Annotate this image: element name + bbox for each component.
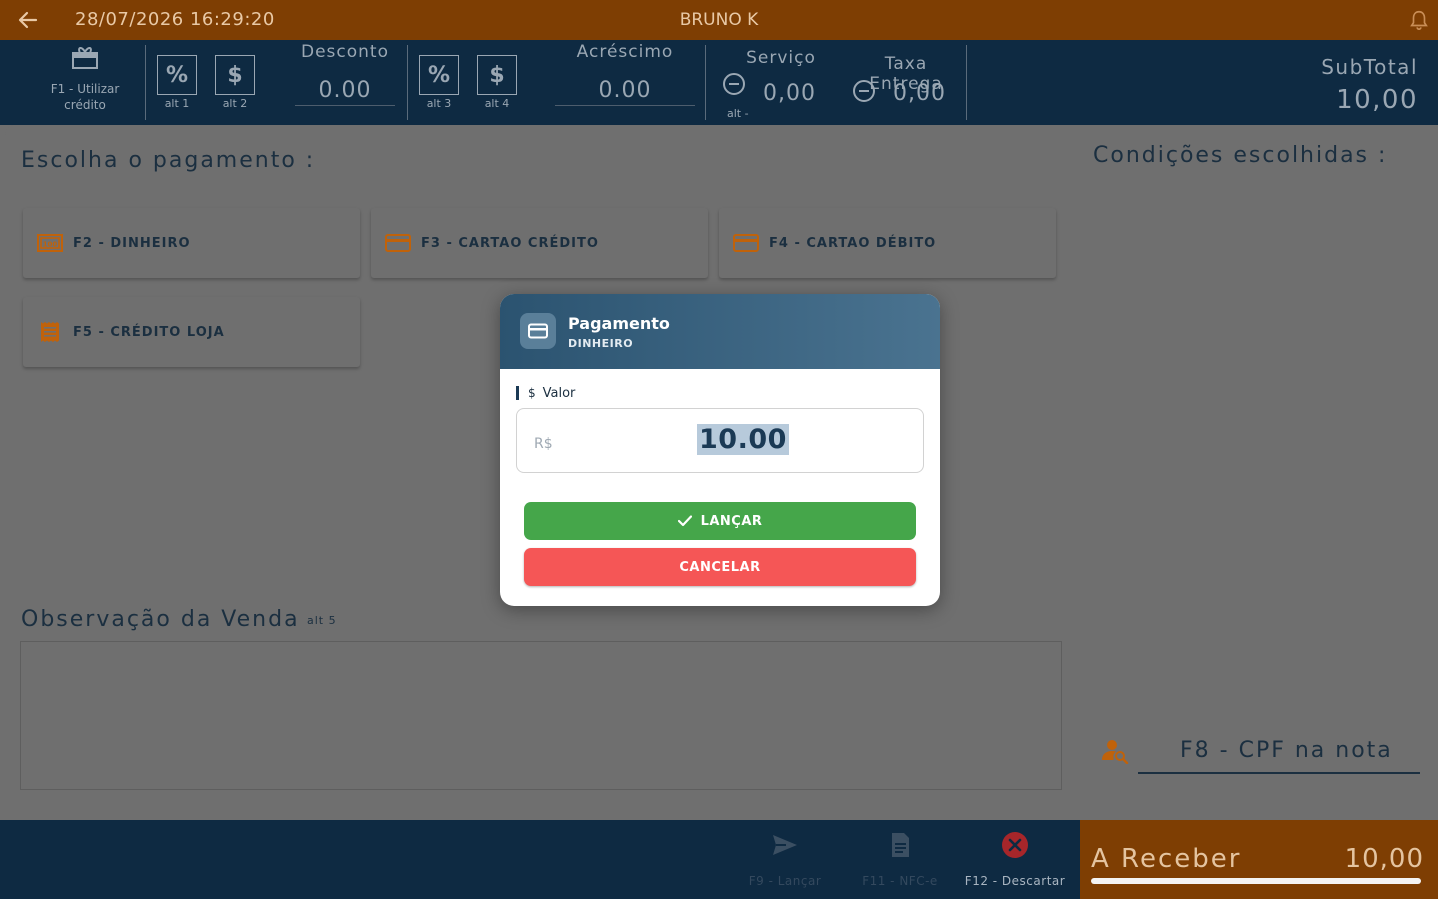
cash-icon: 100 (37, 234, 63, 252)
discount-title: Desconto (301, 42, 389, 62)
launch-button[interactable]: F9 - Lançar (730, 830, 840, 888)
amount-due-value: 10,00 (1344, 844, 1424, 874)
nfce-button[interactable]: F11 - NFC-e (845, 830, 955, 888)
sale-notes-textarea[interactable] (20, 641, 1062, 790)
subtotal-value: 10,00 (1336, 85, 1418, 115)
user-search-icon[interactable] (1101, 738, 1129, 764)
svg-text:100: 100 (43, 241, 58, 249)
use-credit-label: F1 - Utilizar crédito (50, 82, 120, 112)
dialog-title: Pagamento (568, 314, 670, 333)
discount-percent-button[interactable]: % (157, 55, 197, 95)
amount-value[interactable]: 10.00 (697, 424, 789, 455)
cancel-label: CANCELAR (679, 559, 761, 575)
confirm-launch-label: LANÇAR (700, 513, 763, 529)
amount-input[interactable]: R$ 10.00 (516, 408, 924, 473)
service-value: 0,00 (763, 81, 816, 106)
divider (966, 45, 967, 120)
currency-prefix: R$ (534, 436, 553, 452)
confirm-launch-button[interactable]: LANÇAR (524, 502, 916, 540)
bell-icon[interactable] (1408, 9, 1430, 31)
send-icon (773, 835, 797, 855)
divider (145, 45, 146, 120)
amount-label-text: Valor (542, 385, 576, 401)
remove-delivery-fee-icon[interactable] (853, 80, 875, 102)
service-title: Serviço (746, 48, 816, 68)
payment-cash-button[interactable]: 100 F2 - DINHEIRO (23, 208, 360, 278)
alt2-label: alt 2 (222, 97, 248, 110)
surcharge-title: Acréscimo (576, 42, 674, 62)
use-credit-button[interactable]: F1 - Utilizar crédito (30, 45, 140, 113)
payment-store-credit-label: F5 - CRÉDITO LOJA (73, 324, 225, 340)
amount-due-label: A Receber (1091, 844, 1242, 874)
totals-header: F1 - Utilizar crédito % alt 1 $ alt 2 De… (0, 40, 1438, 125)
dollar-icon: $ (528, 386, 536, 400)
payment-store-credit-button[interactable]: F5 - CRÉDITO LOJA (23, 297, 360, 367)
surcharge-percent-button[interactable]: % (419, 55, 459, 95)
label-accent-bar (516, 386, 519, 400)
dialog-subtitle: DINHEIRO (568, 337, 634, 350)
payment-debit-card-button[interactable]: F4 - CARTAO DÉBITO (719, 208, 1056, 278)
payment-credit-card-label: F3 - CARTAO CRÉDITO (421, 235, 599, 251)
payment-choice-title: Escolha o pagamento : (21, 148, 316, 173)
sale-notes-title: Observação da Venda (21, 607, 300, 632)
bottom-action-bar: F9 - Lançar F11 - NFC-e F12 - Descartar (0, 820, 1080, 899)
chosen-conditions-title: Condições escolhidas : (1093, 143, 1388, 168)
debit-card-icon (733, 234, 759, 252)
cpf-input[interactable]: F8 - CPF na nota (1138, 736, 1420, 774)
surcharge-value-button[interactable]: $ (477, 55, 517, 95)
credit-card-icon (385, 234, 411, 252)
launch-label: F9 - Lançar (748, 874, 822, 888)
delivery-fee-value: 0,00 (893, 81, 946, 106)
divider (705, 45, 706, 120)
check-icon (677, 515, 692, 527)
alt3-label: alt 3 (426, 97, 452, 110)
dialog-card-icon (520, 313, 556, 349)
sale-notes-alt-label: alt 5 (307, 614, 337, 627)
payment-debit-card-label: F4 - CARTAO DÉBITO (769, 235, 937, 251)
alt4-label: alt 4 (484, 97, 510, 110)
subtotal-label: SubTotal (1321, 55, 1418, 79)
discount-value[interactable]: 0.00 (295, 78, 395, 106)
gift-card-icon (72, 47, 98, 69)
document-icon (892, 833, 909, 857)
top-bar: 28/07/2026 16:29:20 BRUNO K (0, 0, 1438, 40)
discount-value-button[interactable]: $ (215, 55, 255, 95)
payment-cash-label: F2 - DINHEIRO (73, 235, 191, 251)
user-name: BRUNO K (679, 10, 759, 30)
amount-field-label: $ Valor (516, 385, 576, 401)
surcharge-value[interactable]: 0.00 (555, 78, 695, 106)
receipt-icon (41, 322, 59, 342)
remove-service-icon[interactable] (723, 73, 745, 95)
payment-credit-card-button[interactable]: F3 - CARTAO CRÉDITO (371, 208, 708, 278)
divider (407, 45, 408, 120)
close-circle-icon (1002, 832, 1028, 858)
alt-minus-label: alt - (727, 107, 749, 120)
nfce-label: F11 - NFC-e (862, 874, 938, 888)
alt1-label: alt 1 (164, 97, 190, 110)
payment-dialog: Pagamento DINHEIRO $ Valor R$ 10.00 LANÇ… (500, 294, 940, 606)
dialog-header: Pagamento DINHEIRO (500, 294, 940, 369)
discard-label: F12 - Descartar (964, 874, 1066, 888)
discard-button[interactable]: F12 - Descartar (960, 830, 1070, 888)
amount-due-underline (1091, 878, 1421, 884)
amount-due-panel: A Receber 10,00 (1080, 820, 1438, 899)
cancel-button[interactable]: CANCELAR (524, 548, 916, 586)
